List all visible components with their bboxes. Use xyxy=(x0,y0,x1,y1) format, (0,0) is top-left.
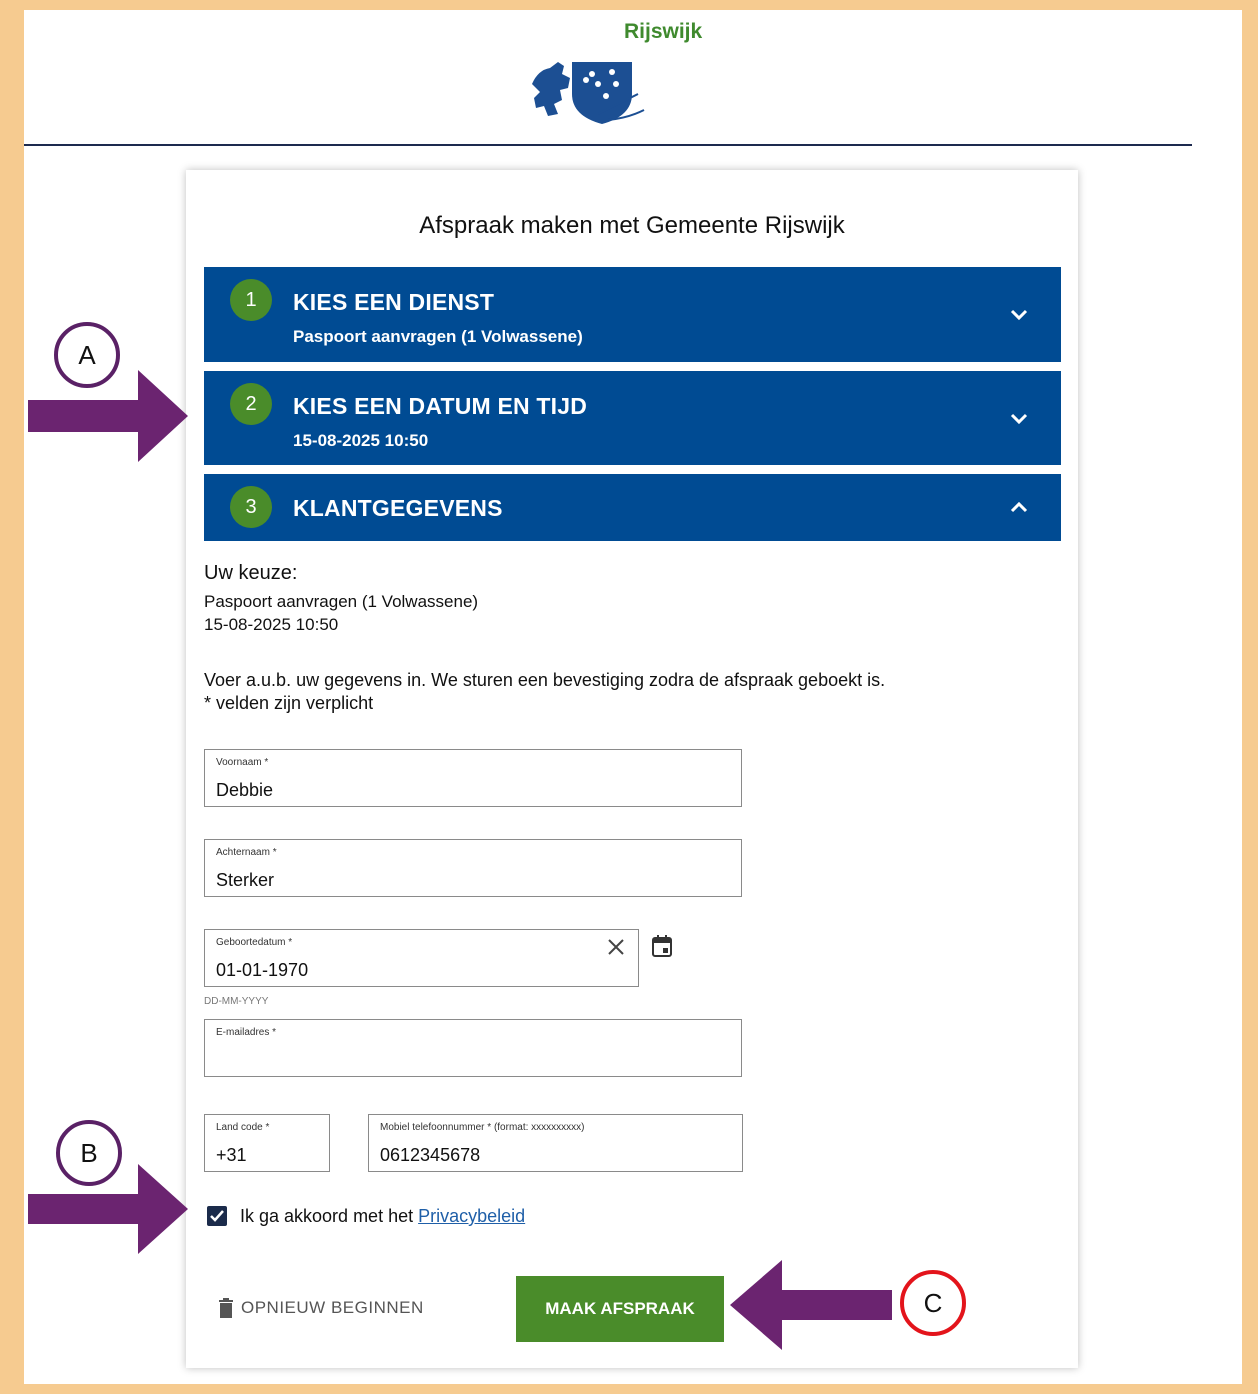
calendar-icon[interactable] xyxy=(652,935,672,957)
brand-name: Rijswijk xyxy=(624,20,703,43)
required-note: * velden zijn verplicht xyxy=(204,693,374,713)
privacy-policy-link[interactable]: Privacybeleid xyxy=(418,1206,525,1226)
last-name-field[interactable]: Achternaam * Sterker xyxy=(204,839,742,897)
field-value: Sterker xyxy=(216,870,275,890)
page-title: Afspraak maken met Gemeente Rijswijk xyxy=(419,212,845,239)
summary-datetime: 15-08-2025 10:50 xyxy=(204,615,339,634)
callout-arrow-b xyxy=(28,1164,188,1254)
step-subtitle: Paspoort aanvragen (1 Volwassene) xyxy=(293,327,583,346)
field-label: Voornaam * xyxy=(216,757,269,768)
trash-icon xyxy=(219,1298,233,1318)
field-value: 0612345678 xyxy=(380,1145,481,1165)
step-1-header[interactable]: 1 KIES EEN DIENST Paspoort aanvragen (1 … xyxy=(204,267,1061,362)
first-name-field[interactable]: Voornaam * Debbie xyxy=(204,749,742,807)
privacy-checkbox[interactable] xyxy=(207,1206,227,1226)
callout-arrow-a xyxy=(28,370,188,462)
callout-arrow-c xyxy=(730,1260,892,1350)
rijswijk-coat-of-arms-logo xyxy=(532,62,645,124)
field-value: Debbie xyxy=(216,780,274,800)
field-value: +31 xyxy=(216,1145,247,1165)
submit-appointment-button[interactable]: MAAK AFSPRAAK xyxy=(516,1276,724,1342)
field-label: E-mailadres * xyxy=(216,1027,277,1038)
email-field[interactable]: E-mailadres * xyxy=(204,1019,742,1077)
field-label: Achternaam * xyxy=(216,847,277,858)
date-format-hint: DD-MM-YYYY xyxy=(204,996,269,1007)
step-number-badge: 2 xyxy=(230,383,272,425)
field-label: Mobiel telefoonnummer * (format: xxxxxxx… xyxy=(380,1122,585,1133)
chevron-down-icon xyxy=(1010,413,1028,425)
privacy-consent-text: Ik ga akkoord met het xyxy=(240,1206,414,1226)
header-divider xyxy=(24,144,1192,146)
clear-icon[interactable] xyxy=(607,938,625,956)
restart-button[interactable]: OPNIEUW BEGINNEN xyxy=(241,1298,424,1318)
checkmark-icon xyxy=(210,1210,224,1222)
step-number-badge: 1 xyxy=(230,279,272,321)
phone-field[interactable]: Mobiel telefoonnummer * (format: xxxxxxx… xyxy=(368,1114,743,1172)
callout-c: C xyxy=(900,1270,966,1336)
birthdate-field[interactable]: Geboortedatum * 01-01-1970 xyxy=(204,929,639,987)
step-3-header[interactable]: 3 KLANTGEGEVENS xyxy=(204,474,1061,541)
step-2-header[interactable]: 2 KIES EEN DATUM EN TIJD 15-08-2025 10:5… xyxy=(204,371,1061,465)
field-value: 01-01-1970 xyxy=(216,960,309,980)
step-title: KIES EEN DATUM EN TIJD xyxy=(293,393,588,419)
step-title: KIES EEN DIENST xyxy=(293,289,495,315)
country-code-field[interactable]: Land code * +31 xyxy=(204,1114,330,1172)
summary-service: Paspoort aanvragen (1 Volwassene) xyxy=(204,592,479,611)
step-number-badge: 3 xyxy=(230,486,272,528)
field-label: Land code * xyxy=(216,1122,270,1133)
field-label: Geboortedatum * xyxy=(216,937,293,948)
intro-text: Voer a.u.b. uw gegevens in. We sturen ee… xyxy=(204,670,886,690)
summary-heading: Uw keuze: xyxy=(204,562,298,584)
step-title: KLANTGEGEVENS xyxy=(293,495,503,521)
privacy-consent-label: Ik ga akkoord met het Privacybeleid xyxy=(240,1206,525,1227)
step-subtitle: 15-08-2025 10:50 xyxy=(293,431,429,450)
chevron-down-icon xyxy=(1010,309,1028,321)
chevron-up-icon xyxy=(1010,501,1028,513)
